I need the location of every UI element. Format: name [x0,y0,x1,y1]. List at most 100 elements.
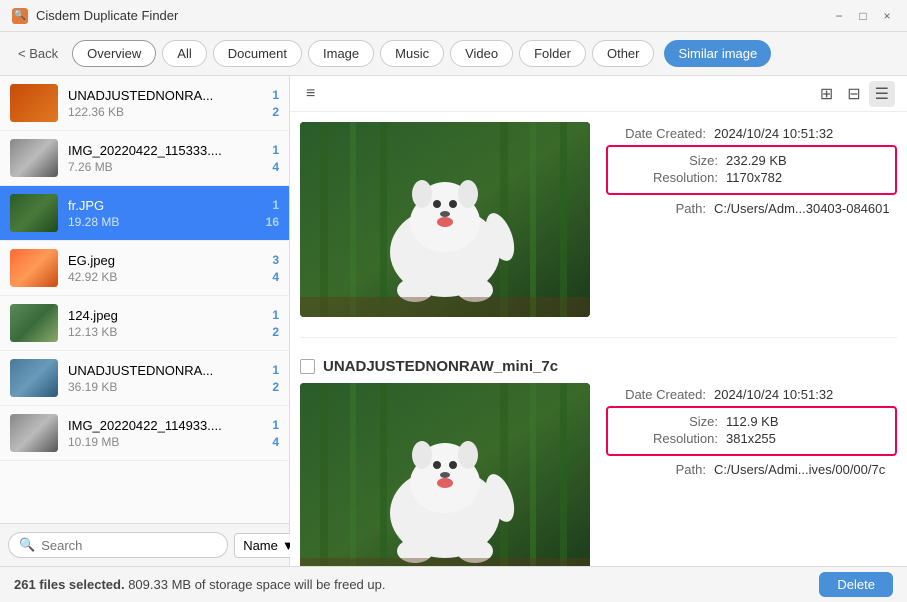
file-info: UNADJUSTEDNONRA... 122.36 KB [68,88,262,119]
file-list: UNADJUSTEDNONRA... 122.36 KB 1 2 IMG_202… [0,76,289,523]
tab-overview[interactable]: Overview [72,40,156,67]
file-detail-card-1: Date Created: 2024/10/24 10:51:32 Size: … [300,122,897,317]
date-created-row-2: Date Created: 2024/10/24 10:51:32 [606,387,897,402]
search-icon: 🔍 [19,537,35,553]
minimize-button[interactable]: − [831,8,847,24]
file-badges: 1 16 [266,198,279,229]
thumbnail-image [10,194,58,232]
file-badges: 1 2 [272,88,279,119]
file-thumbnail [10,359,58,397]
columns-view-button[interactable]: ⊟ [841,81,866,107]
main-content: UNADJUSTEDNONRA... 122.36 KB 1 2 IMG_202… [0,76,907,566]
file-size: 122.36 KB [68,105,262,119]
title-bar: 🔍 Cisdem Duplicate Finder − □ × [0,0,907,32]
tab-video[interactable]: Video [450,40,513,67]
resolution-row-2: Resolution: 381x255 [618,431,885,446]
list-view-button[interactable]: ☰ [869,81,895,107]
file-preview-2 [300,383,590,566]
file-name: UNADJUSTEDNONRA... [68,88,262,103]
tab-document[interactable]: Document [213,40,302,67]
date-created-row: Date Created: 2024/10/24 10:51:32 [606,126,897,141]
file-name: EG.jpeg [68,253,262,268]
list-item[interactable]: IMG_20220422_114933.... 10.19 MB 1 4 [0,406,289,461]
path-label: Path: [606,201,706,216]
file-checkbox-2[interactable] [300,359,315,374]
status-bar: 261 files selected. 809.33 MB of storage… [0,566,907,602]
left-panel: UNADJUSTEDNONRA... 122.36 KB 1 2 IMG_202… [0,76,290,566]
filter-icon[interactable]: ≡ [302,83,319,105]
file-title-2: UNADJUSTEDNONRAW_mini_7c [323,358,558,375]
thumbnail-image [10,304,58,342]
path-label-2: Path: [606,462,706,477]
resolution-row: Resolution: 1170x782 [618,170,885,185]
thumbnail-image [10,84,58,122]
list-item[interactable]: IMG_20220422_115333.... 7.26 MB 1 4 [0,131,289,186]
badge-count2: 2 [272,325,279,339]
badge-count1: 1 [272,143,279,157]
file-thumbnail [10,84,58,122]
status-text: 261 files selected. 809.33 MB of storage… [14,577,385,592]
list-item[interactable]: fr.JPG 19.28 MB 1 16 [0,186,289,241]
thumbnail-image [10,249,58,287]
resolution-value-2: 381x255 [726,431,776,446]
list-item[interactable]: UNADJUSTEDNONRA... 122.36 KB 1 2 [0,76,289,131]
space-freed-text: 809.33 MB of storage space will be freed… [128,577,385,592]
files-selected-text: 261 files selected. [14,577,125,592]
tab-other[interactable]: Other [592,40,655,67]
list-item[interactable]: 124.jpeg 12.13 KB 1 2 [0,296,289,351]
thumbnail-image [10,414,58,452]
app-icon: 🔍 [12,8,28,24]
tab-image[interactable]: Image [308,40,374,67]
file-meta-1: Date Created: 2024/10/24 10:51:32 Size: … [606,122,897,220]
tab-all[interactable]: All [162,40,206,67]
file-badges: 1 2 [272,308,279,339]
search-input[interactable] [41,538,217,553]
badge-count1: 1 [272,418,279,432]
resolution-value: 1170x782 [726,170,782,185]
app-title: Cisdem Duplicate Finder [36,8,831,23]
list-item[interactable]: UNADJUSTEDNONRA... 36.19 KB 1 2 [0,351,289,406]
file-preview-1 [300,122,590,317]
grid-view-button[interactable]: ⊞ [814,81,839,107]
badge-count2: 4 [272,435,279,449]
file-size: 10.19 MB [68,435,262,449]
maximize-button[interactable]: □ [855,8,871,24]
resolution-label: Resolution: [618,170,718,185]
left-bottom-bar: 🔍 Name ▼ [0,523,289,566]
date-created-value: 2024/10/24 10:51:32 [714,126,833,141]
date-created-label-2: Date Created: [606,387,706,402]
delete-button[interactable]: Delete [819,572,893,597]
search-box[interactable]: 🔍 [8,532,228,558]
file-info: IMG_20220422_115333.... 7.26 MB [68,143,262,174]
thumbnail-image [10,359,58,397]
file-badges: 3 4 [272,253,279,284]
size-label: Size: [618,153,718,168]
size-value: 232.29 KB [726,153,787,168]
size-row-2: Size: 112.9 KB [618,414,885,429]
file-info: UNADJUSTEDNONRA... 36.19 KB [68,363,262,394]
view-toggle: ⊞ ⊟ ☰ [814,81,895,107]
file-thumbnail [10,194,58,232]
file-header-2: UNADJUSTEDNONRAW_mini_7c [300,358,897,375]
path-row-2: Path: C:/Users/Admi...ives/00/00/7c [606,462,897,477]
badge-count1: 3 [272,253,279,267]
tab-music[interactable]: Music [380,40,444,67]
path-row: Path: C:/Users/Adm...30403-084601 [606,201,897,216]
similar-image-button[interactable]: Similar image [664,40,771,67]
file-info: 124.jpeg 12.13 KB [68,308,262,339]
close-button[interactable]: × [879,8,895,24]
size-value-2: 112.9 KB [726,414,779,429]
file-info: IMG_20220422_114933.... 10.19 MB [68,418,262,449]
file-name: 124.jpeg [68,308,262,323]
tab-folder[interactable]: Folder [519,40,586,67]
file-thumbnail [10,249,58,287]
file-thumbnail [10,304,58,342]
badge-count2: 4 [272,270,279,284]
list-item[interactable]: EG.jpeg 42.92 KB 3 4 [0,241,289,296]
file-detail-card-2: UNADJUSTEDNONRAW_mini_7c [300,358,897,566]
back-button[interactable]: < Back [10,42,66,65]
date-created-label: Date Created: [606,126,706,141]
card-divider [300,337,897,338]
file-size: 19.28 MB [68,215,256,229]
file-name: IMG_20220422_114933.... [68,418,262,433]
